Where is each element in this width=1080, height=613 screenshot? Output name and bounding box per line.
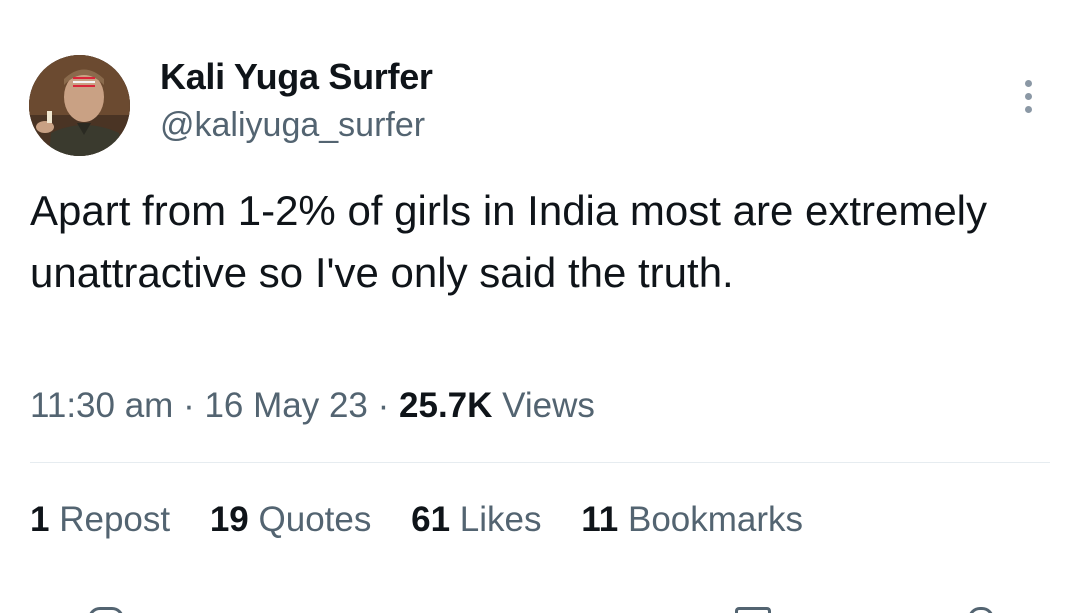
- author-handle[interactable]: @kaliyuga_surfer: [160, 106, 425, 145]
- quotes-count: 19: [209, 500, 249, 539]
- tweet-detail: Kali Yuga Surfer @kaliyuga_surfer Apart …: [0, 0, 1080, 613]
- quotes-label: Quotes: [258, 500, 372, 539]
- share-icon[interactable]: [968, 607, 994, 613]
- views-count: 25.7K: [399, 386, 493, 425]
- reposts-label: Repost: [59, 500, 171, 539]
- divider: [30, 462, 1050, 463]
- more-dot: [1025, 106, 1032, 113]
- more-options-icon[interactable]: [1014, 76, 1044, 116]
- avatar-image: [29, 55, 130, 156]
- meta-separator: ·: [183, 386, 195, 425]
- avatar[interactable]: [29, 55, 130, 156]
- more-dot: [1025, 93, 1032, 100]
- reply-icon[interactable]: [88, 607, 124, 613]
- bookmarks-stat[interactable]: 11 Bookmarks: [581, 500, 803, 539]
- tweet-time[interactable]: 11:30 am: [30, 386, 173, 425]
- more-dot: [1025, 80, 1032, 87]
- bookmarks-label: Bookmarks: [627, 500, 804, 539]
- bookmark-icon[interactable]: [735, 607, 771, 613]
- likes-label: Likes: [459, 500, 542, 539]
- action-bar: [0, 600, 1080, 613]
- author-name[interactable]: Kali Yuga Surfer: [160, 56, 433, 98]
- likes-count: 61: [411, 500, 451, 539]
- views-label: Views: [502, 386, 595, 425]
- meta-separator: ·: [377, 386, 390, 425]
- reposts-count: 1: [30, 500, 50, 539]
- reposts-stat[interactable]: 1 Repost: [30, 500, 170, 539]
- engagement-stats: 1 Repost 19 Quotes 61 Likes 11 Bookmarks: [30, 500, 833, 540]
- likes-stat[interactable]: 61 Likes: [411, 500, 541, 539]
- tweet-meta: 11:30 am · 16 May 23 · 25.7K Views: [30, 386, 595, 426]
- tweet-text: Apart from 1-2% of girls in India most a…: [30, 187, 988, 296]
- quotes-stat[interactable]: 19 Quotes: [210, 500, 372, 539]
- bookmarks-count: 11: [581, 500, 619, 539]
- tweet-date[interactable]: 16 May 23: [204, 386, 367, 425]
